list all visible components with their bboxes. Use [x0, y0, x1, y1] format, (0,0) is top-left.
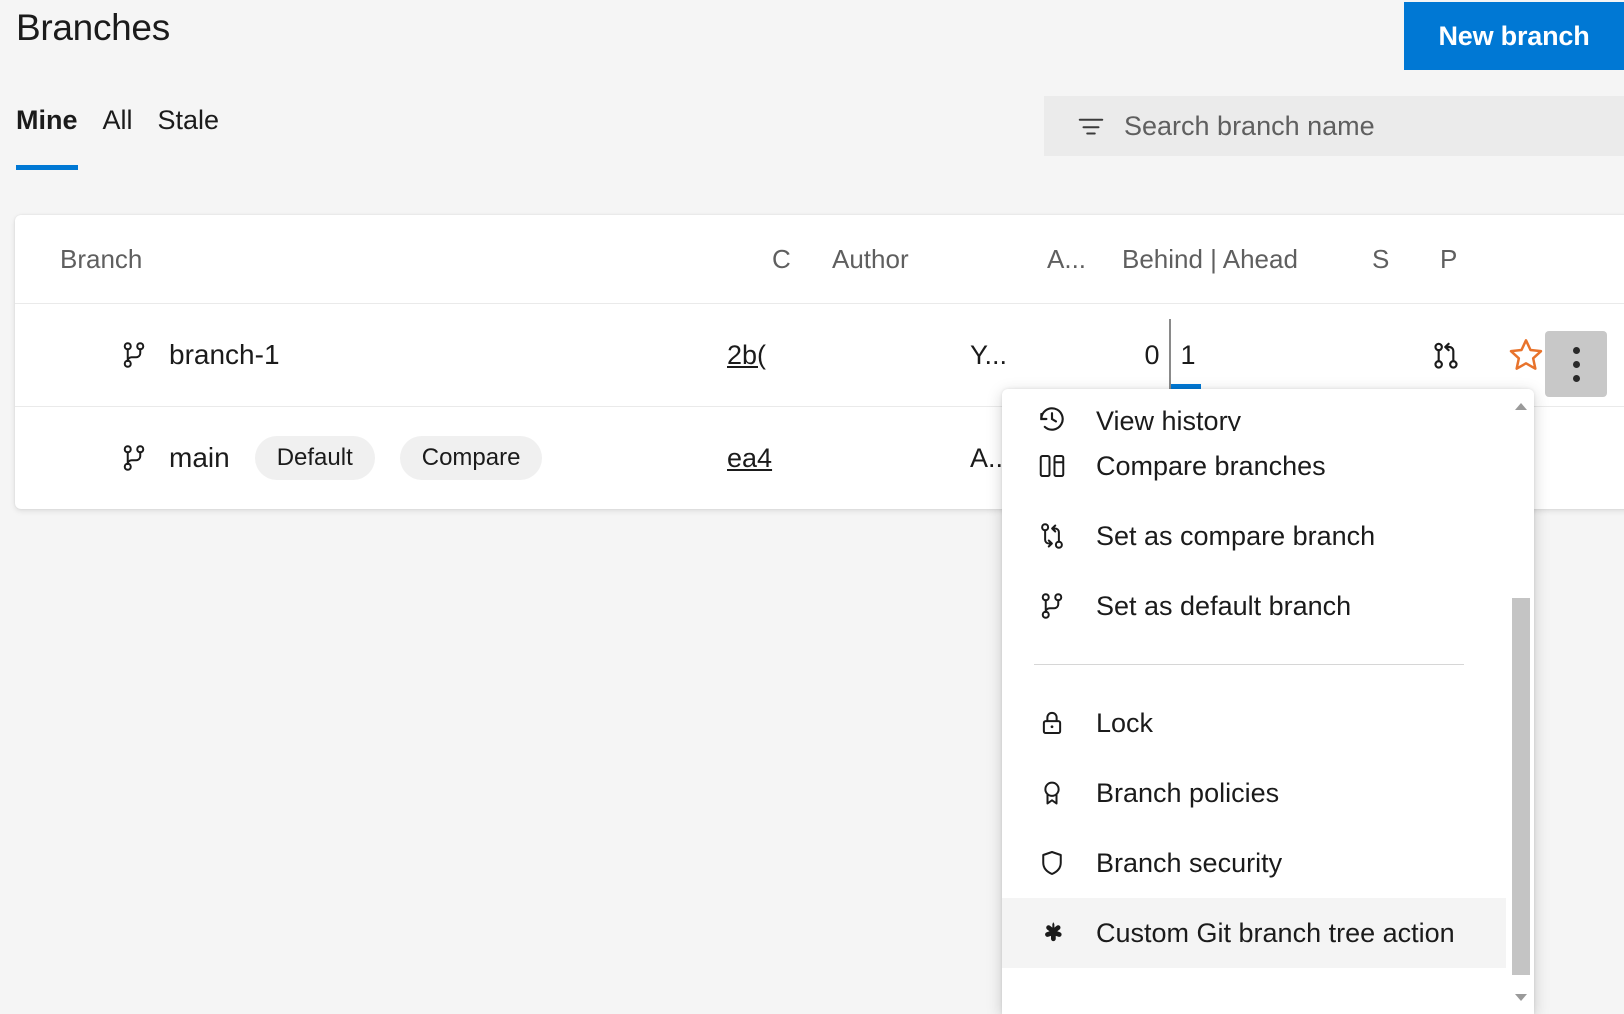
- shield-icon: [1034, 845, 1070, 881]
- tab-selected-underline: [16, 165, 78, 170]
- tab-all-label: All: [103, 105, 133, 135]
- branch-filter-tabs: Mine All Stale: [16, 100, 244, 140]
- menu-item-branch-security[interactable]: Branch security: [1002, 828, 1506, 898]
- git-branch-icon: [119, 442, 149, 474]
- context-menu-list: View history Compare branches: [1002, 389, 1506, 968]
- menu-item-compare-branches[interactable]: Compare branches: [1002, 431, 1506, 501]
- menu-item-branch-policies[interactable]: Branch policies: [1002, 758, 1506, 828]
- authored-date: Y...: [970, 340, 1007, 370]
- more-vertical-icon: [1573, 347, 1580, 382]
- git-pull-request-icon[interactable]: [1423, 332, 1469, 378]
- menu-item-label: Set as default branch: [1096, 591, 1351, 622]
- column-header-s[interactable]: S: [1372, 244, 1440, 275]
- column-header-branch[interactable]: Branch: [15, 244, 740, 275]
- compare-tag[interactable]: Compare: [400, 436, 543, 480]
- commit-link[interactable]: ea4: [695, 443, 777, 474]
- chevron-down-icon[interactable]: [1508, 984, 1534, 1010]
- context-menu-scrollbar[interactable]: [1508, 389, 1534, 1014]
- column-header-commit[interactable]: C: [740, 244, 832, 275]
- filter-icon: [1076, 111, 1106, 141]
- new-branch-button[interactable]: New branch: [1404, 2, 1624, 70]
- search-input[interactable]: [1124, 106, 1624, 146]
- menu-item-lock[interactable]: Lock: [1002, 688, 1506, 758]
- menu-separator: [1034, 664, 1464, 665]
- behind-count: 0: [1135, 319, 1169, 391]
- menu-item-set-as-default-branch[interactable]: Set as default branch: [1002, 571, 1506, 641]
- branch-name[interactable]: branch-1: [169, 339, 280, 371]
- lock-icon: [1034, 705, 1070, 741]
- table-header-row: Branch C Author A... Behind | Ahead S P: [15, 215, 1624, 304]
- column-header-behind-ahead[interactable]: Behind | Ahead: [1122, 244, 1372, 275]
- ahead-count: 1: [1171, 319, 1205, 391]
- branch-context-menu: View history Compare branches: [1002, 389, 1534, 1014]
- git-branch-icon: [119, 339, 149, 371]
- tab-mine-label: Mine: [16, 105, 78, 135]
- search-branch-box[interactable]: [1044, 96, 1624, 156]
- page-title: Branches: [16, 2, 170, 54]
- menu-item-label: Branch policies: [1096, 778, 1279, 809]
- menu-item-label: Branch security: [1096, 848, 1282, 879]
- menu-item-view-history[interactable]: View history: [1002, 389, 1506, 431]
- star-outline-icon[interactable]: [1503, 332, 1549, 378]
- menu-item-label: Lock: [1096, 708, 1153, 739]
- column-header-author[interactable]: Author: [832, 244, 1047, 275]
- menu-item-label: Set as compare branch: [1096, 521, 1375, 552]
- git-compare-icon: [1034, 518, 1070, 554]
- history-icon: [1034, 401, 1070, 431]
- default-tag: Default: [255, 436, 375, 480]
- column-header-date[interactable]: A...: [1047, 244, 1122, 275]
- menu-item-label: Custom Git branch tree action: [1096, 918, 1455, 949]
- more-actions-button[interactable]: [1545, 331, 1607, 397]
- ribbon-icon: [1034, 775, 1070, 811]
- menu-item-custom-git-branch-tree-action[interactable]: Custom Git branch tree action: [1002, 898, 1506, 968]
- menu-item-label: Compare branches: [1096, 451, 1326, 482]
- git-branch-icon: [1034, 588, 1070, 624]
- tab-mine[interactable]: Mine: [16, 100, 103, 140]
- tab-stale[interactable]: Stale: [158, 100, 245, 140]
- menu-item-set-as-compare-branch[interactable]: Set as compare branch: [1002, 501, 1506, 571]
- asterisk-icon: [1034, 915, 1070, 951]
- tab-stale-label: Stale: [158, 105, 220, 135]
- menu-item-label: View history: [1096, 406, 1241, 431]
- branch-name[interactable]: main: [169, 442, 230, 474]
- tab-all[interactable]: All: [103, 100, 158, 140]
- chevron-up-icon[interactable]: [1508, 394, 1534, 420]
- commit-link[interactable]: 2b(: [695, 340, 777, 371]
- scrollbar-thumb[interactable]: [1512, 598, 1530, 975]
- column-header-p[interactable]: P: [1440, 244, 1500, 275]
- compare-columns-icon: [1034, 448, 1070, 484]
